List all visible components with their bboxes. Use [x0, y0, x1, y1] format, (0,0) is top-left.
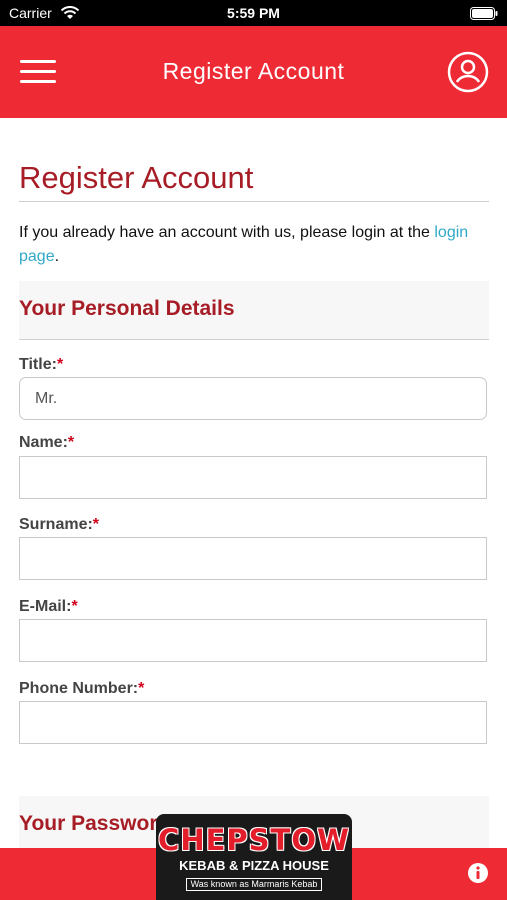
phone-input[interactable]	[19, 701, 487, 744]
name-label-text: Name:	[19, 434, 68, 451]
divider	[19, 201, 489, 202]
email-input[interactable]	[19, 619, 487, 662]
section-title: Your Personal Details	[19, 297, 235, 320]
personal-details-header: Your Personal Details	[19, 281, 489, 339]
clock: 5:59 PM	[227, 5, 280, 21]
intro-text-end: .	[54, 248, 60, 265]
info-icon	[468, 863, 488, 883]
name-input[interactable]	[19, 456, 487, 499]
title-label: Title:*	[19, 356, 63, 374]
user-circle-icon	[447, 51, 489, 93]
intro-text: If you already have an account with us, …	[19, 221, 489, 269]
info-button[interactable]	[467, 862, 489, 884]
required-mark: *	[56, 356, 64, 373]
title-label-text: Title:	[19, 356, 57, 373]
surname-label: Surname:*	[19, 516, 99, 534]
email-label-text: E-Mail:	[19, 598, 72, 615]
app-header: Register Account	[0, 26, 507, 118]
header-title: Register Account	[162, 58, 345, 84]
page-title: Register Account	[19, 160, 254, 195]
status-bar: Carrier 5:59 PM	[0, 0, 507, 26]
battery-icon	[470, 7, 498, 20]
required-mark: *	[138, 680, 145, 697]
required-mark: *	[92, 516, 100, 533]
surname-input[interactable]	[19, 537, 487, 580]
required-mark: *	[71, 598, 78, 615]
phone-label: Phone Number:*	[19, 680, 144, 698]
logo-note: Was known as Marmaris Kebab	[185, 878, 323, 891]
name-label: Name:*	[19, 434, 74, 452]
logo-subtitle: KEBAB & PIZZA HOUSE	[179, 858, 329, 873]
logo-name: CHEPSTOW	[158, 823, 350, 857]
account-button[interactable]	[447, 51, 489, 93]
intro-text-body: If you already have an account with us, …	[19, 224, 435, 241]
phone-label-text: Phone Number:	[19, 680, 139, 697]
title-value: Mr.	[35, 390, 58, 407]
email-label: E-Mail:*	[19, 598, 78, 616]
surname-label-text: Surname:	[19, 516, 93, 533]
required-mark: *	[67, 434, 75, 451]
brand-logo: CHEPSTOW KEBAB & PIZZA HOUSE Was known a…	[156, 814, 352, 900]
title-select[interactable]: Mr.	[19, 377, 487, 420]
divider	[19, 339, 489, 340]
section-title: Your Password	[19, 812, 171, 835]
